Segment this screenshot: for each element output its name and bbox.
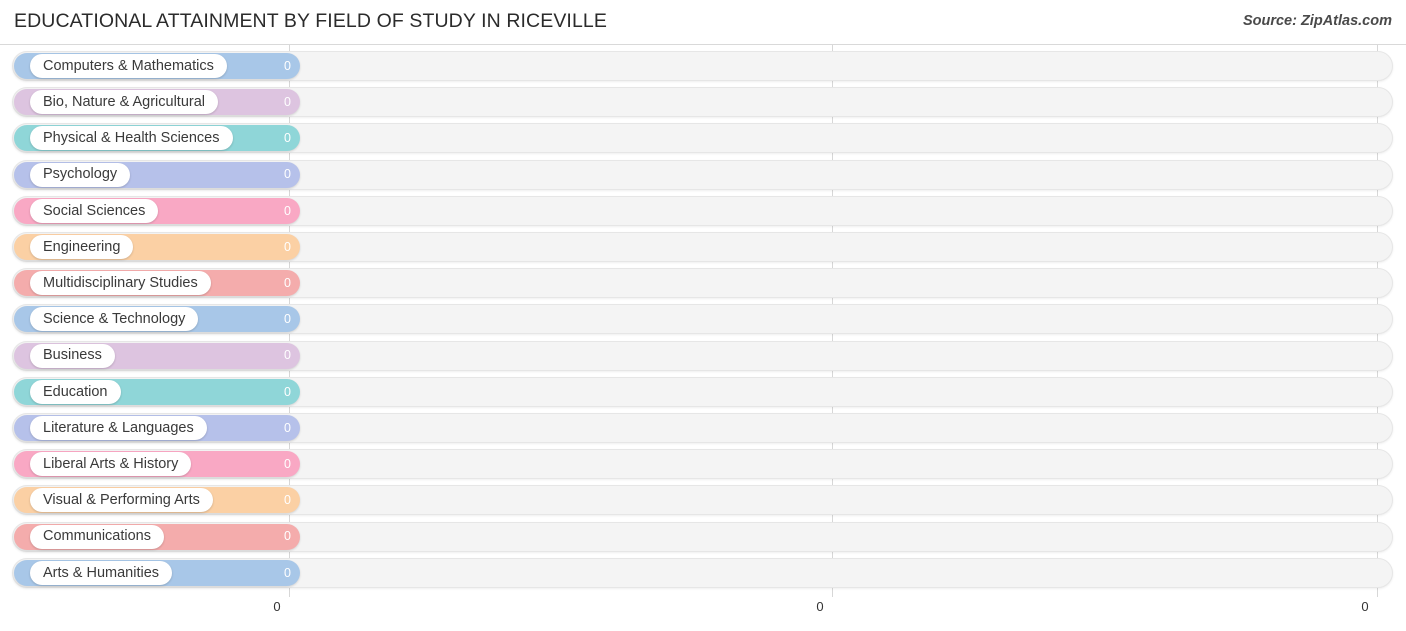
- category-label: Communications: [43, 528, 151, 545]
- category-label-capsule[interactable]: Visual & Performing Arts: [30, 488, 213, 513]
- category-label-capsule[interactable]: Communications: [30, 524, 164, 549]
- page-title: EDUCATIONAL ATTAINMENT BY FIELD OF STUDY…: [14, 10, 607, 32]
- category-label-capsule[interactable]: Multidisciplinary Studies: [30, 271, 211, 296]
- bar-row[interactable]: 0 Arts & Humanities: [12, 557, 1393, 588]
- category-label-capsule[interactable]: Computers & Mathematics: [30, 54, 227, 78]
- category-label: Science & Technology: [43, 311, 186, 328]
- bar-value-label: 0: [284, 456, 291, 471]
- bar-row[interactable]: 0 Social Sciences: [12, 195, 1393, 226]
- bar-value-label: 0: [284, 239, 291, 254]
- category-label-capsule[interactable]: Engineering: [30, 235, 134, 259]
- bar-row[interactable]: 0 Business: [12, 340, 1393, 371]
- bar-value-label: 0: [284, 167, 291, 182]
- category-label: Business: [43, 347, 102, 364]
- bar-row[interactable]: 0 Education: [12, 376, 1393, 407]
- category-label: Engineering: [43, 238, 121, 255]
- bar-value-label: 0: [284, 384, 291, 399]
- bar-value-label: 0: [284, 131, 291, 146]
- axis-tick-label: 0: [273, 599, 281, 614]
- category-label: Computers & Mathematics: [43, 57, 214, 74]
- category-label: Liberal Arts & History: [43, 455, 179, 472]
- category-label: Psychology: [43, 166, 118, 183]
- axis-tick-label: 0: [1361, 599, 1369, 614]
- category-label-capsule[interactable]: Education: [30, 379, 121, 404]
- bar-value-label: 0: [284, 529, 291, 544]
- category-label: Physical & Health Sciences: [43, 130, 220, 147]
- bar-value-label: 0: [284, 58, 291, 73]
- category-label: Arts & Humanities: [43, 564, 160, 581]
- bar-value-label: 0: [284, 94, 291, 109]
- x-axis: 0 0 0: [0, 597, 1406, 631]
- bar-value-label: 0: [284, 565, 291, 580]
- bar-row[interactable]: 0 Engineering: [12, 232, 1393, 262]
- bar-row[interactable]: 0 Communications: [12, 521, 1393, 552]
- bar-value-label: 0: [284, 420, 291, 435]
- category-label: Multidisciplinary Studies: [43, 274, 198, 291]
- category-label-capsule[interactable]: Science & Technology: [30, 307, 199, 332]
- category-label-capsule[interactable]: Business: [30, 343, 115, 368]
- bar-row[interactable]: 0 Bio, Nature & Agricultural: [12, 87, 1393, 118]
- source-attribution: Source: ZipAtlas.com: [1242, 13, 1392, 29]
- category-label-capsule[interactable]: Bio, Nature & Agricultural: [30, 90, 218, 115]
- bar-value-label: 0: [284, 275, 291, 290]
- category-label: Education: [43, 383, 108, 400]
- bar-value-label: 0: [284, 312, 291, 327]
- category-label-capsule[interactable]: Psychology: [30, 162, 131, 187]
- category-label-capsule[interactable]: Social Sciences: [30, 198, 159, 223]
- category-label-capsule[interactable]: Liberal Arts & History: [30, 452, 192, 477]
- category-label-capsule[interactable]: Arts & Humanities: [30, 560, 173, 585]
- bar-row[interactable]: 0 Visual & Performing Arts: [12, 485, 1393, 516]
- axis-tick-label: 0: [816, 599, 824, 614]
- category-label-capsule[interactable]: Physical & Health Sciences: [30, 126, 233, 151]
- category-label: Literature & Languages: [43, 419, 194, 436]
- bar-value-label: 0: [284, 493, 291, 508]
- bar-row[interactable]: 0 Computers & Mathematics: [12, 51, 1393, 81]
- bar-row[interactable]: 0 Literature & Languages: [12, 413, 1393, 443]
- bar-row[interactable]: 0 Physical & Health Sciences: [12, 123, 1393, 154]
- bar-row[interactable]: 0 Psychology: [12, 159, 1393, 190]
- chart-header: EDUCATIONAL ATTAINMENT BY FIELD OF STUDY…: [0, 0, 1406, 45]
- bar-row[interactable]: 0 Science & Technology: [12, 304, 1393, 335]
- category-label-capsule[interactable]: Literature & Languages: [30, 416, 207, 440]
- bar-row[interactable]: 0 Liberal Arts & History: [12, 449, 1393, 480]
- category-label: Social Sciences: [43, 202, 146, 219]
- category-label: Bio, Nature & Agricultural: [43, 93, 205, 110]
- bar-row[interactable]: 0 Multidisciplinary Studies: [12, 268, 1393, 299]
- category-label: Visual & Performing Arts: [43, 492, 200, 509]
- chart-plot-area: 0 Computers & Mathematics 0 Bio, Nature & A…: [0, 45, 1406, 597]
- bar-value-label: 0: [284, 348, 291, 363]
- bar-value-label: 0: [284, 203, 291, 218]
